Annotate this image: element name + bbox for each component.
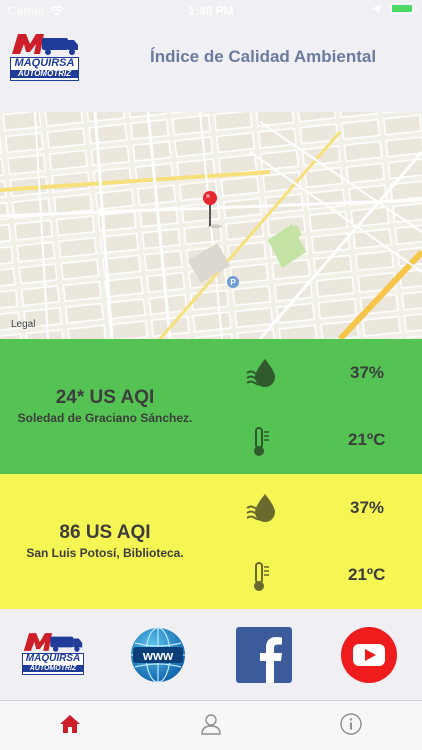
- map-legal-link[interactable]: Legal: [11, 319, 35, 330]
- parking-icon: P: [227, 276, 239, 288]
- tab-bar: [0, 700, 422, 750]
- page-title: Índice de Calidad Ambiental: [150, 47, 377, 66]
- www-label: www: [142, 648, 174, 663]
- thermometer-icon: [254, 427, 269, 456]
- battery-icon: [390, 3, 417, 14]
- map-pin-icon: [203, 191, 222, 228]
- humidity-value: 37%: [350, 363, 385, 382]
- maquirsa-brand-box: MAQUIRSA AUTOMOTRIZ: [10, 57, 79, 81]
- status-bar: Carrier 1:48 PM: [0, 0, 422, 22]
- home-icon[interactable]: [59, 713, 81, 735]
- humidity-icon: [246, 359, 275, 387]
- status-right-group: [372, 3, 417, 14]
- humidity-icon: [246, 494, 275, 522]
- profile-icon[interactable]: [200, 713, 222, 735]
- status-time: 1:48 PM: [188, 4, 234, 18]
- app-header: MAQUIRSA AUTOMOTRIZ Índice de Calidad Am…: [0, 22, 422, 112]
- temperature-value: 21ºC: [348, 565, 386, 584]
- info-icon[interactable]: [340, 713, 362, 735]
- logo-subname: AUTOMOTRIZ: [11, 69, 78, 78]
- aqi-value: 86 US AQI: [59, 522, 151, 543]
- humidity-value: 37%: [350, 498, 385, 517]
- svg-text:P: P: [230, 278, 236, 287]
- station-card-1: 24* US AQI Soledad de Graciano Sánchez. …: [0, 339, 422, 474]
- station-card-2: 86 US AQI San Luis Potosí, Biblioteca. 3…: [0, 474, 422, 609]
- station-name: Soledad de Graciano Sánchez.: [17, 411, 193, 425]
- youtube-icon[interactable]: [341, 627, 397, 683]
- www-globe-icon[interactable]: www: [130, 627, 186, 683]
- social-links-bar: MAQUIRSA AUTOMOTRIZ www: [0, 609, 422, 700]
- map-view[interactable]: P Legal: [0, 112, 422, 339]
- maquirsa-logo: MAQUIRSA AUTOMOTRIZ: [10, 32, 80, 84]
- thermometer-icon: [254, 562, 269, 591]
- logo-name: MAQUIRSA: [25, 653, 81, 664]
- logo-subname: AUTOMOTRIZ: [23, 664, 83, 672]
- maquirsa-link-button[interactable]: MAQUIRSA AUTOMOTRIZ: [22, 631, 84, 677]
- station-name: San Luis Potosí, Biblioteca.: [26, 546, 184, 560]
- maquirsa-truck-icon: [23, 633, 83, 652]
- maquirsa-brand-box: MAQUIRSA AUTOMOTRIZ: [22, 653, 84, 675]
- facebook-icon[interactable]: [236, 627, 292, 683]
- location-arrow-icon: [372, 3, 382, 14]
- maquirsa-truck-icon: [12, 34, 78, 55]
- temperature-value: 21ºC: [348, 430, 386, 449]
- logo-name: MAQUIRSA: [14, 57, 75, 69]
- aqi-value: 24* US AQI: [55, 387, 155, 408]
